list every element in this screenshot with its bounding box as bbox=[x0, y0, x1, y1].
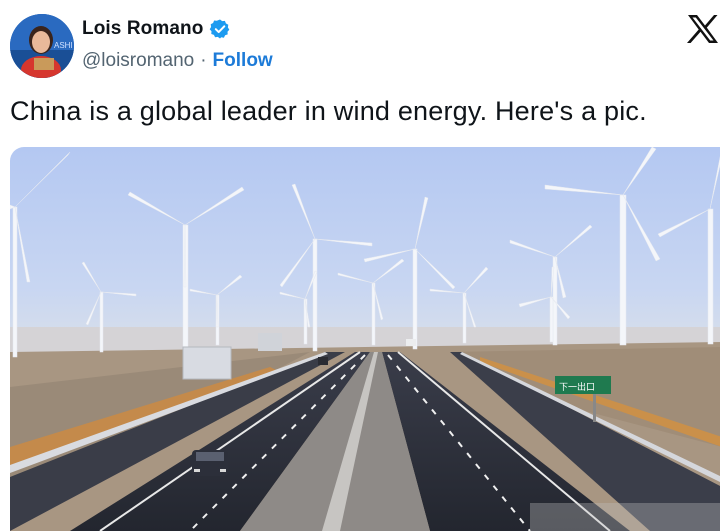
avatar[interactable]: ASHI bbox=[10, 14, 74, 78]
separator-dot: · bbox=[200, 50, 207, 71]
follow-button[interactable]: Follow bbox=[213, 50, 273, 72]
svg-text:ASHI: ASHI bbox=[54, 41, 73, 50]
road-sign-text: 下一出口 bbox=[559, 381, 595, 393]
tweet-text: China is a global leader in wind energy.… bbox=[10, 96, 647, 126]
author-name-row: Lois Romano bbox=[82, 18, 231, 40]
author-handle[interactable]: @loisromano bbox=[82, 50, 194, 72]
x-logo-icon[interactable] bbox=[686, 12, 720, 46]
verified-badge-icon bbox=[209, 18, 231, 40]
tweet-card: ASHI Lois Romano @loisromano · Follow Ch… bbox=[0, 0, 720, 531]
wind-farm-highway-photo: 下一出口 bbox=[10, 147, 720, 531]
tweet-media-photo[interactable]: 下一出口 bbox=[10, 147, 720, 531]
car bbox=[192, 450, 228, 476]
author-handle-row: @loisromano · Follow bbox=[82, 50, 273, 72]
author-display-name[interactable]: Lois Romano bbox=[82, 18, 203, 40]
tweet-header: ASHI Lois Romano @loisromano · Follow bbox=[0, 0, 720, 90]
avatar-image: ASHI bbox=[10, 14, 74, 78]
